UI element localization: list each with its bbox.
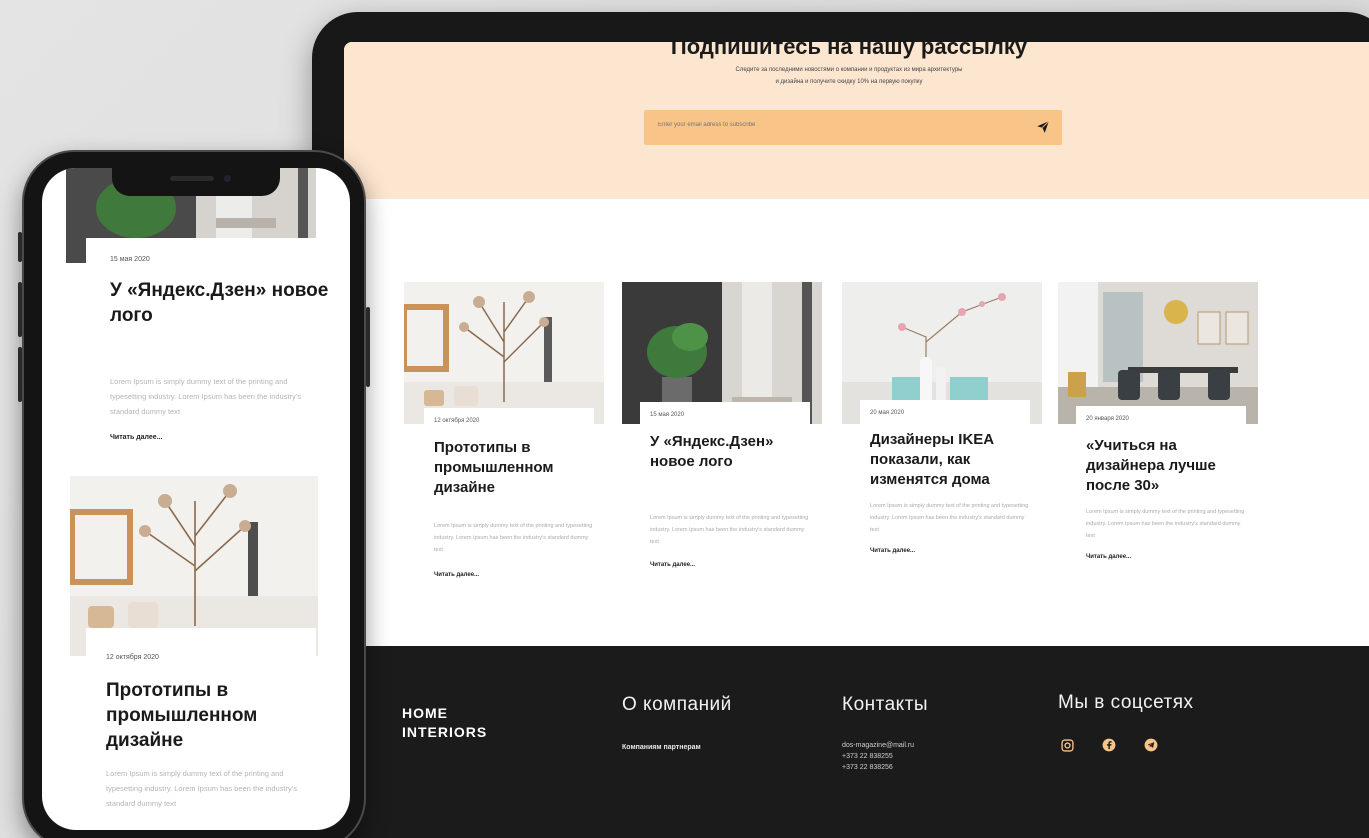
facebook-icon[interactable] bbox=[1100, 736, 1118, 754]
email-input[interactable] bbox=[658, 122, 958, 128]
phone-mute-switch bbox=[18, 232, 22, 262]
post-date: 20 января 2020 bbox=[1086, 416, 1129, 422]
post-date: 15 мая 2020 bbox=[650, 412, 685, 418]
contacts-list: dos-magazine@mail.ru +373 22 838255 +373… bbox=[842, 740, 928, 773]
mobile-post-card[interactable]: 15 мая 2020 У «Яндекс.Дзен» новое лого L… bbox=[42, 168, 350, 468]
post-card[interactable]: 15 мая 2020 У «Яндекс.Дзен» новое лого L… bbox=[622, 282, 822, 602]
instagram-icon[interactable] bbox=[1058, 736, 1076, 754]
post-title[interactable]: У «Яндекс.Дзен» новое лого bbox=[110, 278, 330, 328]
mobile-post-date-bg bbox=[86, 238, 316, 268]
post-title[interactable]: Дизайнеры IKEA показали, как изменятся д… bbox=[870, 430, 1035, 490]
phone-power-button bbox=[366, 307, 370, 387]
contact-phone[interactable]: +373 22 838255 bbox=[842, 751, 928, 762]
contact-phone[interactable]: +373 22 838256 bbox=[842, 762, 928, 773]
post-body: 12 октября 2020 Прототипы в промышленном… bbox=[424, 408, 594, 608]
contact-email[interactable]: dos-magazine@mail.ru bbox=[842, 740, 928, 751]
post-card[interactable]: 12 октября 2020 Прототипы в промышленном… bbox=[404, 282, 604, 608]
footer-about-column: О компаний Компаниям партнерам bbox=[622, 694, 732, 751]
paper-plane-icon[interactable] bbox=[1036, 120, 1050, 134]
social-icons bbox=[1058, 736, 1194, 754]
post-date: 20 мая 2020 bbox=[870, 410, 905, 416]
post-excerpt: Lorem Ipsum is simply dummy text of the … bbox=[110, 377, 301, 416]
mobile-post-card[interactable]: 12 октября 2020 Прототипы в промышленном… bbox=[42, 628, 350, 830]
post-excerpt: Lorem Ipsum is simply dummy text of the … bbox=[434, 523, 593, 553]
read-more-link[interactable]: Читать далее... bbox=[1086, 554, 1131, 560]
phone-screen: 15 мая 2020 У «Яндекс.Дзен» новое лого L… bbox=[42, 168, 350, 830]
post-excerpt: Lorem Ipsum is simply dummy text of the … bbox=[1086, 509, 1245, 539]
phone-device: 15 мая 2020 У «Яндекс.Дзен» новое лого L… bbox=[18, 150, 370, 838]
post-body: 20 мая 2020 Дизайнеры IKEA показали, как… bbox=[860, 400, 1030, 600]
post-body: 15 мая 2020 У «Яндекс.Дзен» новое лого L… bbox=[640, 402, 810, 602]
post-card[interactable]: 20 января 2020 «Учиться на дизайнера луч… bbox=[1058, 282, 1258, 606]
partners-link[interactable]: Компаниям партнерам bbox=[622, 744, 732, 751]
post-date: 15 мая 2020 bbox=[110, 256, 150, 263]
footer-social-heading: Мы в соцсетях bbox=[1058, 692, 1194, 713]
post-title[interactable]: У «Яндекс.Дзен» новое лого bbox=[650, 432, 815, 472]
post-image[interactable] bbox=[404, 282, 604, 424]
read-more-link[interactable]: Читать далее... bbox=[650, 562, 695, 568]
newsletter-subtitle-line1: Следите за последними новостями о компан… bbox=[735, 67, 963, 73]
phone-camera bbox=[224, 175, 231, 182]
post-excerpt: Lorem Ipsum is simply dummy text of the … bbox=[106, 769, 297, 808]
post-date: 12 октября 2020 bbox=[434, 418, 480, 424]
tablet-screen: Подпишитесь на нашу рассылку Следите за … bbox=[344, 42, 1369, 838]
footer-about-heading: О компаний bbox=[622, 694, 732, 715]
footer-logo[interactable]: HOME INTERIORS bbox=[402, 704, 522, 742]
post-excerpt: Lorem Ipsum is simply dummy text of the … bbox=[650, 515, 809, 545]
phone-volume-up bbox=[18, 282, 22, 337]
post-title[interactable]: Прототипы в промышленном дизайне bbox=[106, 678, 326, 753]
post-image[interactable] bbox=[1058, 282, 1258, 424]
read-more-link[interactable]: Читать далее... bbox=[110, 434, 163, 441]
site-footer: HOME INTERIORS О компаний Компаниям парт… bbox=[344, 646, 1369, 838]
newsletter-title: Подпишитесь на нашу рассылку bbox=[670, 42, 1028, 59]
newsletter-subtitle-line2: и дизайна и получите скидку 10% на перву… bbox=[775, 79, 923, 85]
phone-speaker bbox=[170, 176, 214, 181]
phone-volume-down bbox=[18, 347, 22, 402]
telegram-icon[interactable] bbox=[1142, 736, 1160, 754]
post-date: 12 октября 2020 bbox=[106, 654, 159, 661]
newsletter-form bbox=[644, 110, 1062, 145]
tablet-device: Подпишитесь на нашу рассылку Следите за … bbox=[312, 12, 1369, 838]
post-body: 20 января 2020 «Учиться на дизайнера луч… bbox=[1076, 406, 1246, 606]
post-title[interactable]: Прототипы в промышленном дизайне bbox=[434, 438, 599, 498]
footer-contacts-column: Контакты dos-magazine@mail.ru +373 22 83… bbox=[842, 694, 928, 773]
mobile-post-date-bg bbox=[86, 628, 316, 668]
blog-posts-grid: 12 октября 2020 Прототипы в промышленном… bbox=[404, 282, 1284, 608]
read-more-link[interactable]: Читать далее... bbox=[870, 548, 915, 554]
phone-notch bbox=[112, 168, 280, 196]
post-excerpt: Lorem Ipsum is simply dummy text of the … bbox=[870, 503, 1029, 533]
footer-contacts-heading: Контакты bbox=[842, 694, 929, 715]
newsletter-subtitle: Следите за последними новостями о компан… bbox=[344, 64, 1354, 88]
footer-social-column: Мы в соцсетях bbox=[1058, 692, 1194, 754]
post-card[interactable]: 20 мая 2020 Дизайнеры IKEA показали, как… bbox=[842, 282, 1042, 602]
read-more-link[interactable]: Читать далее... bbox=[434, 572, 479, 578]
post-title[interactable]: «Учиться на дизайнера лучше после 30» bbox=[1086, 436, 1251, 496]
newsletter-section: Подпишитесь на нашу рассылку Следите за … bbox=[344, 42, 1369, 199]
